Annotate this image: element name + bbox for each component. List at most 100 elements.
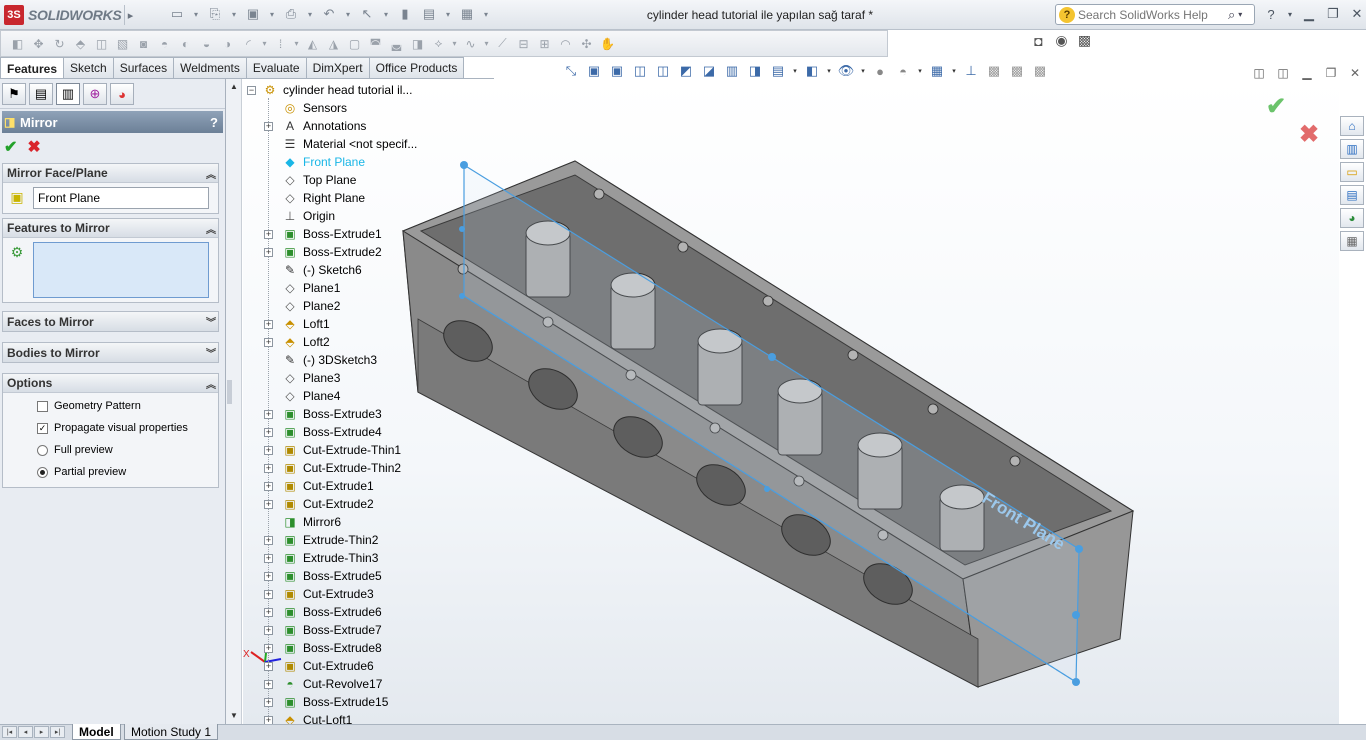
combine-icon[interactable]: ⊞ [536,35,553,52]
tab-model[interactable]: Model [72,724,121,740]
chevron-down-icon[interactable]: ▾ [860,62,866,80]
tree-item[interactable]: ✎ (-) Sketch6 [245,261,445,279]
close-icon[interactable]: ✕ [1346,64,1364,82]
print-icon[interactable]: ⎙ [282,4,300,24]
tree-item[interactable]: ☰ Material <not specif... [245,135,445,153]
lofted-boss-icon[interactable]: ⬘ [72,35,89,52]
render-options-icon[interactable]: ▩ [1076,32,1093,49]
help-search-box[interactable]: ? ⌕ ▾ [1055,4,1255,25]
chevron-down-icon[interactable]: ▾ [306,4,314,24]
tree-item[interactable]: ⊥ Origin [245,207,445,225]
chevron-down-icon[interactable]: ▾ [1238,10,1242,19]
expand-icon[interactable]: + [264,499,273,509]
expand-icon[interactable]: + [264,427,273,437]
full-preview-radio[interactable] [37,444,48,456]
tree-item[interactable]: + ▣ Boss-Extrude6 [245,603,445,621]
expand-chevron-icon[interactable]: ︾ [204,314,218,329]
scroll-down-icon[interactable]: ▼ [230,711,238,720]
partial-preview-option[interactable]: Partial preview [3,461,218,483]
tree-item[interactable]: + ▣ Boss-Extrude3 [245,405,445,423]
appearances-icon[interactable]: ◕ [1340,208,1364,228]
lofted-cut-icon[interactable]: ◒ [198,35,215,52]
freeform-icon[interactable]: ✋ [599,35,616,52]
confirm-cancel-x-icon[interactable]: ✖ [1299,120,1319,149]
chevron-down-icon[interactable]: ▾ [192,4,200,24]
file-properties-icon[interactable]: ▤ [420,4,438,24]
tab-office-products[interactable]: Office Products [368,57,465,78]
propagate-visual-option[interactable]: ✓ Propagate visual properties [3,417,218,439]
collapse-chevron-icon[interactable]: ︽ [204,376,218,391]
collapse-chevron-icon[interactable]: ︽ [204,221,218,236]
render-tools-icon[interactable]: ▩ [985,62,1003,80]
render-preview-icon[interactable]: ◉ [1053,32,1070,49]
previous-view-icon[interactable]: ▥ [723,62,741,80]
view-back-icon[interactable]: ▣ [608,62,626,80]
tab-surfaces[interactable]: Surfaces [112,57,175,78]
chevron-down-icon[interactable]: ▾ [230,4,238,24]
tree-item[interactable]: + ▣ Cut-Extrude-Thin1 [245,441,445,459]
expand-icon[interactable]: + [264,661,273,671]
split-icon[interactable]: ⊟ [515,35,532,52]
draft-icon[interactable]: ◮ [325,35,342,52]
view-front-icon[interactable]: ▣ [585,62,603,80]
tree-item[interactable]: + ▣ Boss-Extrude1 [245,225,445,243]
minimize-icon[interactable]: ▁ [1298,64,1316,82]
help-search-input[interactable] [1078,7,1226,22]
displaymanager-tab-icon[interactable]: ◕ [110,83,134,105]
tree-item[interactable]: + ⬘ Loft2 [245,333,445,351]
configurationmanager-tab-icon[interactable]: ▥ [56,83,80,105]
select-cursor-icon[interactable]: ↖ [358,4,376,24]
tree-item[interactable]: + A Annotations [245,117,445,135]
tree-item[interactable]: + ▣ Boss-Extrude8 [245,639,445,657]
first-tab-icon[interactable]: |◂ [2,726,17,738]
revolved-boss-icon[interactable]: ✥ [30,35,47,52]
tree-item[interactable]: ◇ Right Plane [245,189,445,207]
mirror-plane-field[interactable]: Front Plane [33,187,209,209]
save-icon[interactable]: ▣ [244,4,262,24]
restore-icon[interactable]: ❐ [1324,5,1342,23]
expand-chevron-icon[interactable]: ︾ [204,345,218,360]
section-view-icon[interactable]: ◨ [746,62,764,80]
tree-item[interactable]: + ▣ Boss-Extrude2 [245,243,445,261]
restore-icon[interactable]: ❐ [1322,64,1340,82]
triad-icon[interactable]: ⊥ [962,62,980,80]
boundary-boss-icon[interactable]: ◫ [93,35,110,52]
prev-tab-icon[interactable]: ◂ [18,726,33,738]
tree-item[interactable]: ◇ Plane4 [245,387,445,405]
tree-item[interactable]: + ▣ Boss-Extrude4 [245,423,445,441]
expand-icon[interactable]: + [264,463,273,473]
view-top-icon[interactable]: ◩ [677,62,695,80]
tree-item[interactable]: + ▣ Extrude-Thin3 [245,549,445,567]
chevron-down-icon[interactable]: ▾ [483,35,490,52]
expand-icon[interactable]: + [264,319,273,329]
boundary-cut-icon[interactable]: ◑ [219,35,236,52]
chevron-down-icon[interactable]: ▾ [792,62,798,80]
tree-item[interactable]: ◇ Plane2 [245,297,445,315]
view-left-icon[interactable]: ◫ [631,62,649,80]
expand-icon[interactable]: + [264,643,273,653]
hole-wizard-icon[interactable]: ◙ [135,35,152,52]
linear-pattern-icon[interactable]: ⁞ [272,35,289,52]
expand-icon[interactable]: + [264,625,273,635]
partial-preview-radio[interactable] [37,466,48,478]
tree-item[interactable]: + ▣ Boss-Extrude5 [245,567,445,585]
splitter-handle[interactable] [227,380,232,404]
scroll-up-icon[interactable]: ▲ [230,82,238,91]
rib-icon[interactable]: ◭ [304,35,321,52]
home-icon[interactable]: ⌂ [1340,116,1364,136]
split-horizontal-icon[interactable]: ◫ [1250,64,1268,82]
minimize-icon[interactable]: ▁ [1300,5,1318,23]
chevron-down-icon[interactable]: ▾ [444,4,452,24]
expand-icon[interactable]: + [264,535,273,545]
chevron-down-icon[interactable]: ▾ [344,4,352,24]
collapse-chevron-icon[interactable]: ︽ [204,166,218,181]
curves-icon[interactable]: ∿ [462,35,479,52]
tree-item[interactable]: + ◓ Cut-Revolve17 [245,675,445,693]
tree-item[interactable]: ◇ Plane3 [245,369,445,387]
chevron-down-icon[interactable]: ▾ [382,4,390,24]
tree-item[interactable]: ◎ Sensors [245,99,445,117]
intersect-icon[interactable]: ◛ [388,35,405,52]
tab-sketch[interactable]: Sketch [63,57,114,78]
expand-icon[interactable]: + [264,481,273,491]
geometry-pattern-checkbox[interactable] [37,400,48,412]
